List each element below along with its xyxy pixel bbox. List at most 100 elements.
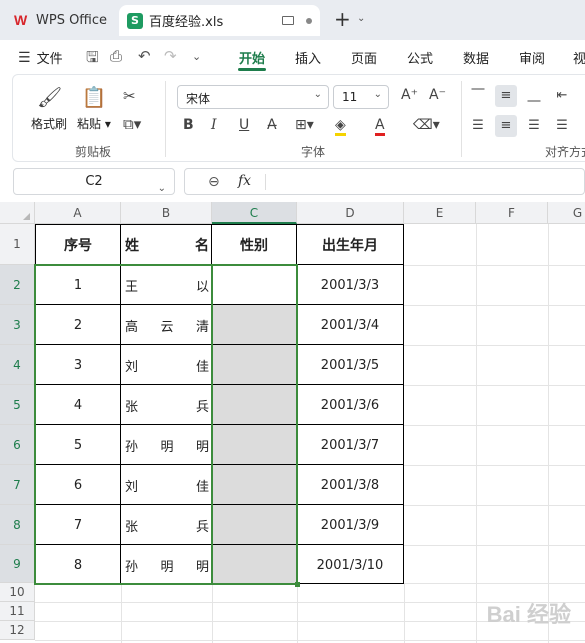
tab-insert[interactable]: 插入 [295, 48, 321, 67]
cell-no[interactable]: 1 [36, 266, 120, 305]
row-header-3[interactable]: 3 [0, 305, 35, 345]
formula-input[interactable]: ⊖ fx [184, 168, 585, 195]
print-preview-icon[interactable]: ⎙ [110, 47, 122, 65]
paste-button[interactable]: 📋 粘贴 ▾ [77, 85, 111, 132]
bold-icon[interactable]: B [183, 117, 194, 133]
font-size-select[interactable]: 11 ⌄ [333, 85, 389, 109]
select-all-corner[interactable] [0, 202, 35, 224]
tab-page[interactable]: 页面 [351, 48, 377, 67]
file-tab[interactable]: S 百度经验.xls [119, 5, 320, 36]
cell-name[interactable]: 张兵 [121, 386, 211, 425]
align-top-icon[interactable]: ⎺ [467, 85, 489, 107]
row-header-4[interactable]: 4 [0, 345, 35, 385]
align-right-icon[interactable]: ☰ [523, 115, 545, 137]
align-center-icon[interactable]: ≡ [495, 115, 517, 137]
more-chevron-icon[interactable]: ⌄ [192, 50, 201, 63]
undo-icon[interactable]: ↶ [138, 47, 151, 65]
cell-name[interactable]: 孙明明 [121, 426, 211, 465]
cell-birth-date[interactable]: 2001/3/8 [297, 466, 403, 505]
file-menu[interactable]: ☰ 文件 [18, 48, 63, 68]
column-header-d[interactable]: D [297, 202, 404, 224]
row-header-5[interactable]: 5 [0, 385, 35, 425]
zoom-icon[interactable]: ⊖ [208, 174, 220, 190]
row-header-9[interactable]: 9 [0, 545, 35, 583]
font-name-select[interactable]: 宋体 ⌄ [177, 85, 329, 109]
cell-birth-date[interactable]: 2001/3/9 [297, 506, 403, 545]
fill-handle[interactable] [295, 582, 300, 587]
tab-view[interactable]: 视 [573, 48, 585, 67]
cell-name[interactable]: 张兵 [121, 506, 211, 545]
underline-icon[interactable]: U [239, 117, 249, 133]
redo-icon[interactable]: ↷ [164, 47, 177, 65]
header-cell-no[interactable]: 序号 [36, 225, 120, 264]
cell-gender[interactable] [212, 466, 296, 505]
cell-name[interactable]: 孙明明 [121, 546, 211, 585]
row-header-10[interactable]: 10 [0, 583, 35, 602]
format-painter-button[interactable]: 🖌 格式刷 [31, 85, 67, 132]
cell-gender[interactable] [212, 266, 296, 305]
align-bottom-icon[interactable]: ⎽ [523, 85, 545, 107]
close-dot-icon[interactable] [306, 17, 312, 24]
row-header-8[interactable]: 8 [0, 505, 35, 545]
row-header-6[interactable]: 6 [0, 425, 35, 465]
cell-no[interactable]: 5 [36, 426, 120, 465]
tab-formula[interactable]: 公式 [407, 48, 433, 67]
spreadsheet-grid[interactable]: A B C D E F G 1 2 3 4 5 6 7 8 9 10 11 12… [0, 202, 585, 643]
cell-no[interactable]: 6 [36, 466, 120, 505]
column-header-b[interactable]: B [121, 202, 212, 224]
decrease-indent-icon[interactable]: ⇤ [551, 85, 573, 107]
cell-gender[interactable] [212, 546, 296, 585]
name-box[interactable]: C2 ⌄ [13, 168, 175, 195]
cell-no[interactable]: 7 [36, 506, 120, 545]
column-header-g[interactable]: G [548, 202, 585, 224]
tab-data[interactable]: 数据 [463, 48, 489, 67]
strikethrough-icon[interactable]: A̶ [267, 117, 277, 133]
save-icon[interactable]: 🖫 [86, 47, 99, 72]
header-cell-birth[interactable]: 出生年月 [297, 225, 403, 264]
cell-birth-date[interactable]: 2001/3/3 [297, 266, 403, 305]
row-header-2[interactable]: 2 [0, 265, 35, 305]
row-header-12[interactable]: 12 [0, 621, 35, 640]
wps-office-tab[interactable]: W WPS Office [8, 6, 113, 34]
align-middle-icon[interactable]: ≡ [495, 85, 517, 107]
cell-name[interactable]: 王以 [121, 266, 211, 305]
row-header-1[interactable]: 1 [0, 224, 35, 265]
row-header-11[interactable]: 11 [0, 602, 35, 621]
function-icon[interactable]: fx [238, 173, 251, 189]
new-tab-button[interactable]: + [334, 9, 351, 29]
cell-no[interactable]: 3 [36, 346, 120, 385]
font-color-icon[interactable]: A [375, 117, 385, 136]
justify-icon[interactable]: ☰ [551, 115, 573, 137]
borders-icon[interactable]: ⊞▾ [295, 117, 314, 133]
align-left-icon[interactable]: ☰ [467, 115, 489, 137]
column-header-e[interactable]: E [404, 202, 476, 224]
cell-birth-date[interactable]: 2001/3/5 [297, 346, 403, 385]
cell-no[interactable]: 2 [36, 306, 120, 345]
cell-gender[interactable] [212, 386, 296, 425]
header-cell-gender[interactable]: 性别 [212, 225, 296, 264]
cell-no[interactable]: 8 [36, 546, 120, 585]
column-header-f[interactable]: F [476, 202, 548, 224]
cell-birth-date[interactable]: 2001/3/10 [297, 546, 403, 585]
cell-name[interactable]: 刘佳 [121, 466, 211, 505]
cut-icon[interactable]: ✂ [123, 87, 136, 105]
cell-name[interactable]: 刘佳 [121, 346, 211, 385]
cell-name[interactable]: 高云清 [121, 306, 211, 345]
column-header-c[interactable]: C [212, 202, 297, 224]
tab-home[interactable]: 开始 [239, 48, 265, 67]
copy-icon[interactable]: ⧉▾ [123, 115, 141, 133]
tab-review[interactable]: 审阅 [519, 48, 545, 67]
header-cell-name[interactable]: 姓 名 [121, 225, 211, 264]
cell-gender[interactable] [212, 506, 296, 545]
cell-birth-date[interactable]: 2001/3/7 [297, 426, 403, 465]
decrease-font-icon[interactable]: A⁻ [429, 87, 446, 103]
cell-no[interactable]: 4 [36, 386, 120, 425]
cell-gender[interactable] [212, 306, 296, 345]
cell-gender[interactable] [212, 426, 296, 465]
row-header-7[interactable]: 7 [0, 465, 35, 505]
clear-format-icon[interactable]: ⌫▾ [413, 117, 440, 133]
cell-gender[interactable] [212, 346, 296, 385]
italic-icon[interactable]: I [211, 117, 217, 133]
increase-font-icon[interactable]: A⁺ [401, 87, 418, 103]
tab-list-chevron-icon[interactable]: ⌄ [357, 13, 365, 24]
